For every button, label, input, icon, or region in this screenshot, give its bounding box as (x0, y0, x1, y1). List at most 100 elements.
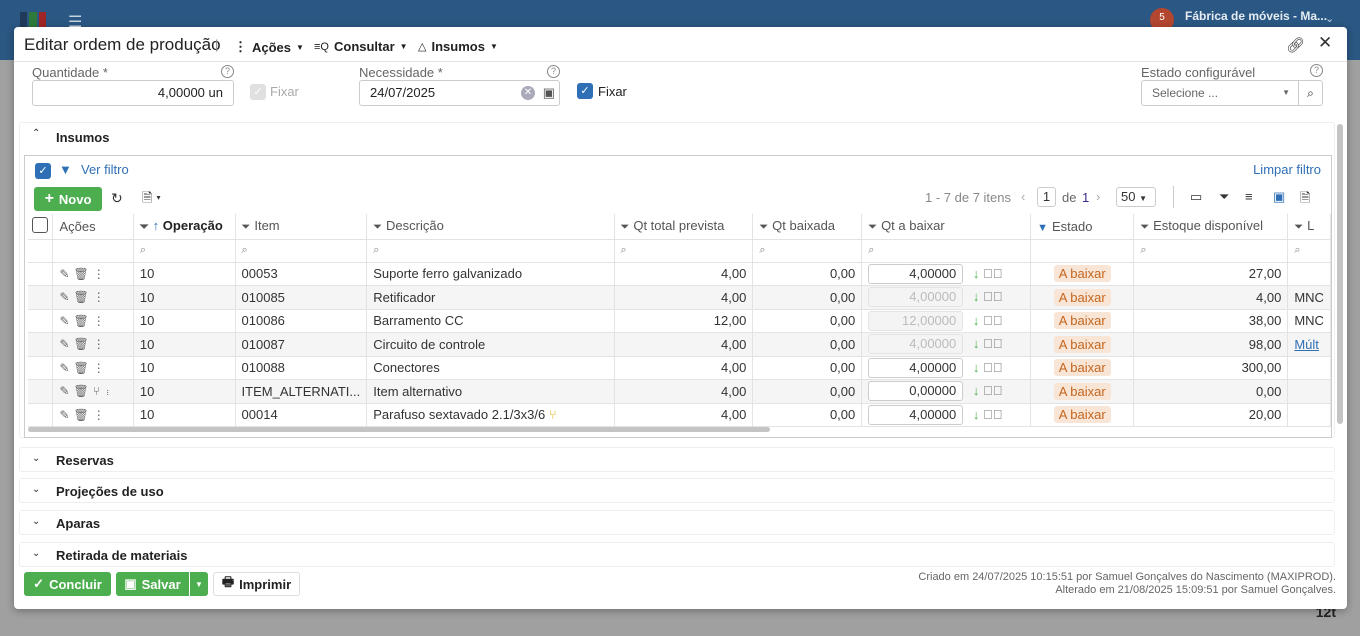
edit-icon[interactable]: ✎ (59, 267, 73, 281)
delete-icon[interactable]: 🗑︎ (74, 337, 93, 351)
search-icon[interactable]: ⌕ (133, 239, 236, 263)
save-layout-icon[interactable]: ▣ (1273, 189, 1285, 205)
col-estado[interactable]: ▼ Estado (1030, 214, 1135, 240)
edit-icon[interactable]: ✎ (59, 384, 73, 398)
check-circle-icon[interactable]: ✓⃝ (983, 289, 1003, 304)
edit-icon[interactable]: ✎ (59, 361, 73, 375)
filter-icon[interactable]: ⏷ (373, 221, 382, 233)
arrow-down-icon[interactable]: ↓ (973, 383, 980, 398)
search-icon[interactable]: ⌕ (1287, 239, 1331, 263)
table-row[interactable]: ✎🗑︎⋮ 10 00014 Parafuso sextavado 2.1/3x3… (28, 403, 1331, 427)
more-icon[interactable]: ⋮ (104, 384, 115, 398)
filter-outline-icon[interactable]: ⏷ (1219, 189, 1229, 205)
delete-icon[interactable]: 🗑︎ (74, 384, 93, 398)
salvar-button[interactable]: ▣ Salvar (116, 572, 189, 596)
delete-icon[interactable]: 🗑︎ (74, 267, 93, 281)
row-actions[interactable]: ✎🗑︎⋮ (52, 403, 134, 427)
section-retirada-de-materiais[interactable]: ⌄ Retirada de materiais (19, 542, 1335, 567)
table-row[interactable]: ✎🗑︎⋮ 10 00053 Suporte ferro galvanizado … (28, 262, 1331, 286)
delete-icon[interactable]: 🗑︎ (74, 408, 93, 422)
filter-icon[interactable]: ⏷ (1294, 221, 1303, 233)
filter-active-icon[interactable]: ▼ (1037, 222, 1048, 234)
select-all-checkbox[interactable] (32, 216, 48, 233)
col-qt-total-prevista[interactable]: ⏷ Qt total prevista (614, 214, 754, 240)
qt-a-baixar-input[interactable]: 4,00000 (868, 404, 964, 425)
table-row[interactable]: ✎🗑︎⋮ 10 010086 Barramento CC 12,00 0,00 … (28, 309, 1331, 333)
table-row[interactable]: ✎🗑︎⋮ 10 010088 Conectores 4,00 0,00 4,00… (28, 356, 1331, 380)
delete-icon[interactable]: 🗑︎ (74, 361, 93, 375)
per-page-select[interactable]: 50 ▼ (1116, 187, 1156, 207)
insumos-title[interactable]: Insumos (56, 130, 109, 145)
salvar-dropdown-button[interactable]: ▼ (190, 572, 208, 596)
row-select[interactable] (28, 403, 54, 427)
row-actions[interactable]: ✎🗑︎⋮ (52, 332, 134, 357)
check-circle-icon[interactable]: ✓⃝ (983, 313, 1003, 328)
qt-a-baixar-input[interactable]: 4,00000 (868, 357, 964, 378)
arrow-down-icon[interactable]: ↓ (973, 336, 980, 351)
row-select[interactable] (28, 262, 54, 286)
row-actions[interactable]: ✎🗑︎⋮ (52, 285, 134, 310)
filter-icon[interactable]: ⏷ (1140, 221, 1149, 233)
section-projecoes-de-uso[interactable]: ⌄ Projeções de uso (19, 478, 1335, 503)
delete-icon[interactable]: 🗑︎ (74, 290, 93, 304)
arrow-down-icon[interactable]: ↓ (973, 360, 980, 375)
prev-page-icon[interactable]: ‹ (1021, 189, 1025, 204)
link-icon[interactable]: 🔗︎ (1286, 36, 1305, 54)
page-input[interactable]: 1 (1037, 187, 1056, 207)
check-circle-icon[interactable]: ✓⃝ (983, 383, 1003, 398)
export-file-icon[interactable]: 🗎︎ (1300, 189, 1310, 211)
concluir-button[interactable]: ✓ Concluir (24, 572, 111, 596)
row-select[interactable] (28, 332, 54, 357)
insumos-menu[interactable]: △ Insumos ▼ (418, 39, 498, 54)
col-operacao[interactable]: ⏷ ↑ Operação (133, 214, 236, 240)
limpar-filtro-link[interactable]: Limpar filtro (1253, 162, 1321, 177)
fixar-quantidade-checkbox[interactable]: ✓ (250, 84, 266, 100)
help-icon[interactable]: ? (221, 65, 234, 78)
next-page-icon[interactable]: › (1096, 189, 1100, 204)
more-icon[interactable]: ⋮ (93, 290, 109, 304)
col-qt-a-baixar[interactable]: ⏷ Qt a baixar (861, 214, 1032, 240)
calendar-icon[interactable]: ▣ (543, 81, 555, 105)
col-item[interactable]: ⏷ Item (235, 214, 368, 240)
more-icon[interactable]: ⋮ (93, 337, 109, 351)
company-name[interactable]: Fábrica de móveis - Ma... (1185, 9, 1327, 23)
row-select[interactable] (28, 309, 54, 333)
cell-l[interactable]: Múlt (1287, 332, 1331, 357)
arrow-down-icon[interactable]: ↓ (973, 313, 980, 328)
necessidade-input[interactable]: 24/07/2025 ✕ ▣ (359, 80, 560, 106)
search-icon[interactable]: ⌕ (752, 239, 863, 263)
row-select[interactable] (28, 356, 54, 380)
chevron-down-icon[interactable]: ⌄ (1325, 12, 1334, 25)
search-icon[interactable]: ⌕ (235, 239, 368, 263)
search-icon[interactable]: ⌕ (1133, 239, 1289, 263)
acoes-menu[interactable]: ⋮ Ações ▼ (234, 39, 304, 55)
filter-icon[interactable]: ⏷ (140, 221, 149, 233)
col-qt-baixada[interactable]: ⏷ Qt baixada (752, 214, 863, 240)
more-icon[interactable]: ⋮ (93, 267, 109, 281)
row-actions[interactable]: ✎🗑︎⋮ (52, 262, 134, 286)
edit-icon[interactable]: ✎ (59, 408, 73, 422)
qt-a-baixar-input[interactable]: 4,00000 (868, 263, 964, 284)
help-icon[interactable]: ? (1310, 64, 1323, 77)
consultar-menu[interactable]: ≡Q Consultar ▼ (314, 39, 408, 54)
row-select[interactable] (28, 285, 54, 310)
filter-icon[interactable]: ⏷ (759, 221, 768, 233)
edit-icon[interactable]: ✎ (59, 314, 73, 328)
table-row[interactable]: ✎🗑︎⋮ 10 010087 Circuito de controle 4,00… (28, 332, 1331, 357)
ver-filtro-link[interactable]: Ver filtro (81, 162, 129, 177)
arrow-down-icon[interactable]: ↓ (973, 407, 980, 422)
table-row[interactable]: ✎🗑︎⋮ 10 010085 Retificador 4,00 0,00 4,0… (28, 285, 1331, 310)
delete-icon[interactable]: 🗑︎ (74, 314, 93, 328)
novo-button[interactable]: + Novo (34, 187, 102, 211)
sort-icon[interactable]: ≡ (1245, 189, 1253, 204)
alternative-icon[interactable]: ⑂ (93, 384, 104, 398)
filter-icon[interactable]: ⏷ (621, 221, 630, 233)
ver-filtro-checkbox[interactable]: ✓ (35, 163, 51, 179)
filter-icon[interactable]: ⏷ (242, 221, 251, 233)
check-circle-icon[interactable]: ✓⃝ (983, 360, 1003, 375)
edit-icon[interactable]: ✎ (59, 337, 73, 351)
col-descricao[interactable]: ⏷ Descrição (366, 214, 615, 240)
search-icon[interactable]: ⌕ (614, 239, 754, 263)
more-icon[interactable]: ⋮ (93, 408, 109, 422)
col-estoque-disponivel[interactable]: ⏷ Estoque disponível (1133, 214, 1289, 240)
